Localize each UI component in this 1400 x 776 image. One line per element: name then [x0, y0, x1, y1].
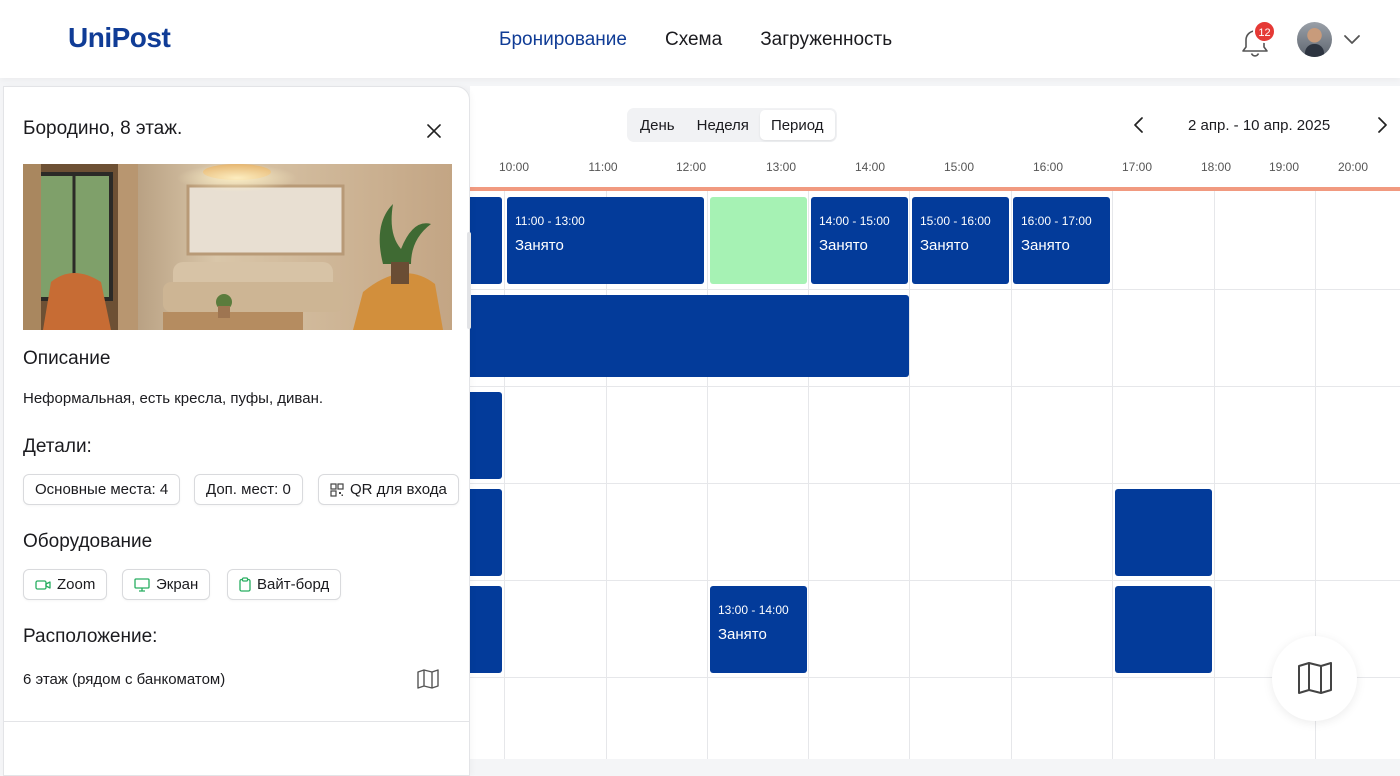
booking-time: 16:00 - 17:00 [1021, 214, 1092, 228]
booking-status: Занято [718, 626, 767, 643]
booking-slot[interactable]: 14:00 - 15:00 Занято [811, 197, 908, 284]
main-nav: Бронирование Схема Загруженность [499, 29, 892, 51]
main-seats-chip: Основные места: 4 [23, 474, 181, 505]
clipboard-icon [239, 577, 251, 592]
booking-slot[interactable] [1115, 489, 1212, 576]
grid-line [909, 191, 910, 759]
equipment-screen: Экран [122, 569, 211, 600]
booking-slot[interactable]: 11:00 - 13:00 Занято [507, 197, 704, 284]
qr-entry-label: QR для входа [350, 481, 447, 498]
grid-line [470, 483, 1400, 484]
notification-badge: 12 [1253, 20, 1276, 43]
equipment-zoom: Zoom [23, 569, 108, 600]
view-day[interactable]: День [629, 110, 686, 140]
video-camera-icon [35, 580, 51, 590]
app-logo[interactable]: UniPost [68, 22, 171, 54]
free-slot[interactable] [710, 197, 807, 284]
chevron-right-icon[interactable] [1374, 116, 1390, 134]
chevron-down-icon[interactable] [1343, 30, 1361, 48]
nav-load[interactable]: Загруженность [760, 29, 892, 51]
top-header: UniPost Бронирование Схема Загруженность… [0, 0, 1400, 78]
grid-line [470, 386, 1400, 387]
chevron-left-icon[interactable] [1131, 116, 1147, 134]
schedule-area: День Неделя Период 2 апр. - 10 апр. 2025… [470, 86, 1400, 759]
room-photo [23, 164, 452, 330]
grid-line [504, 191, 505, 759]
map-icon[interactable] [417, 669, 439, 689]
close-icon[interactable] [426, 123, 442, 139]
panel-scrollbar[interactable] [467, 232, 471, 329]
booking-slot[interactable]: 16:00 - 17:00 Занято [1013, 197, 1110, 284]
hour-label: 20:00 [1337, 160, 1369, 174]
grid-line [470, 677, 1400, 678]
date-range: 2 апр. - 10 апр. 2025 [1188, 117, 1331, 134]
booking-slot[interactable]: 0 [470, 489, 502, 576]
equipment-label: Экран [156, 576, 199, 593]
booking-status: Занято [920, 237, 969, 254]
map-icon [1298, 662, 1332, 694]
nav-booking[interactable]: Бронирование [499, 29, 627, 51]
room-title: Бородино, 8 этаж. [23, 118, 183, 139]
equipment-label: Zoom [57, 576, 96, 593]
location-heading: Расположение: [23, 626, 158, 647]
booking-slot[interactable]: 15:00 - 16:00 Занято [912, 197, 1009, 284]
monitor-icon [134, 578, 150, 592]
booking-slot[interactable]: 0 [470, 197, 502, 284]
hour-label: 12:00 [675, 160, 707, 174]
extra-seats-chip: Доп. мест: 0 [194, 474, 303, 505]
hour-label: 10:00 [498, 160, 530, 174]
view-period[interactable]: Период [759, 110, 835, 140]
panel-divider [4, 721, 469, 722]
booking-slot[interactable] [1115, 586, 1212, 673]
map-fab-button[interactable] [1272, 636, 1357, 721]
grid-line [470, 580, 1400, 581]
user-avatar[interactable] [1297, 22, 1332, 57]
grid-line [1011, 191, 1012, 759]
hour-scale: 10:00 11:00 12:00 13:00 14:00 15:00 16:0… [470, 160, 1400, 176]
booking-slot[interactable]: 0 [470, 392, 502, 479]
hour-label: 17:00 [1121, 160, 1153, 174]
grid-line [707, 191, 708, 759]
description-heading: Описание [23, 348, 111, 369]
schedule-grid: 0 11:00 - 13:00 Занято 14:00 - 15:00 Зан… [470, 191, 1400, 759]
hour-label: 14:00 [854, 160, 886, 174]
booking-slot[interactable]: 13:00 - 14:00 Занято [710, 586, 807, 673]
hour-label: 18:00 [1200, 160, 1232, 174]
booking-status: Занято [515, 237, 564, 254]
description-text: Неформальная, есть кресла, пуфы, диван. [23, 390, 324, 407]
view-switcher: День Неделя Период [627, 108, 837, 142]
booking-status: Занято [819, 237, 868, 254]
booking-time: 13:00 - 14:00 [718, 603, 789, 617]
grid-line [1214, 191, 1215, 759]
hour-label: 11:00 [588, 160, 618, 174]
booking-time: 15:00 - 16:00 [920, 214, 991, 228]
qr-code-icon [330, 483, 344, 497]
booking-slot[interactable]: 0 [470, 586, 502, 673]
room-details-panel: Бородино, 8 этаж. Описание Неформальная,… [3, 86, 471, 776]
grid-line [808, 191, 809, 759]
booking-time: 11:00 - 13:00 [515, 214, 585, 228]
booking-slot[interactable]: 0 [470, 295, 909, 377]
equipment-whiteboard: Вайт-борд [227, 569, 342, 600]
location-text: 6 этаж (рядом с банкоматом) [23, 671, 226, 688]
qr-entry-button[interactable]: QR для входа [318, 474, 459, 505]
details-heading: Детали: [23, 436, 92, 457]
equipment-heading: Оборудование [23, 531, 153, 552]
grid-line [1112, 191, 1113, 759]
grid-line [470, 289, 1400, 290]
nav-scheme[interactable]: Схема [665, 29, 722, 51]
hour-label: 15:00 [943, 160, 975, 174]
booking-time: 14:00 - 15:00 [819, 214, 890, 228]
hour-label: 16:00 [1032, 160, 1064, 174]
hour-label: 13:00 [765, 160, 797, 174]
view-week[interactable]: Неделя [686, 110, 760, 140]
booking-status: Занято [1021, 237, 1070, 254]
hour-label: 19:00 [1268, 160, 1300, 174]
equipment-label: Вайт-борд [257, 576, 330, 593]
